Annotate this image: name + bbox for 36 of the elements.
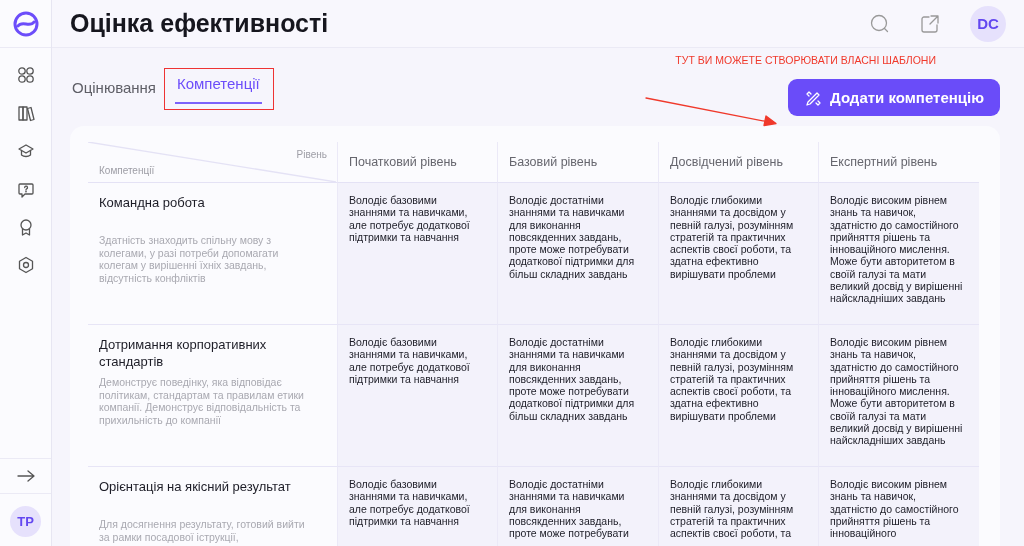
table-cell: Володіє базовими знаннями та навичками, але потребує додаткової підтримки та навчання — [337, 467, 497, 546]
table-cell: Володіє глибокими знаннями та досвідом у певній галузі, розумінням стратегій та практичних аспектів своєї роботи, та здатна ефективно вирішувати проблеми — [658, 325, 818, 467]
arrow-right-icon[interactable] — [15, 469, 36, 483]
table-cell: Володіє достатніми знаннями та навичками для виконання повсякденних завдань, проте може потребувати — [497, 467, 658, 546]
row-axis-label: Компетенції — [99, 165, 155, 176]
table-cell: Володіє достатніми знаннями та навичками для виконання повсякденних завдань, проте може потребувати додаткової підтримки для більш складних завдань — [497, 183, 658, 325]
table-cell: Володіє базовими знаннями та навичками, але потребує додаткової підтримки та навчання — [337, 183, 497, 325]
table-cell: Володіє високим рівнем знань та навичок, здатністю до самостійного прийняття рішень та інноваційного мислення. Може бути авторитетом в своїй галузі та мати великий досвід у вирішенні найскладніших завдань — [818, 325, 979, 467]
table-cell: Володіє достатніми знаннями та навичками для виконання повсякденних завдань, проте може потребувати додаткової підтримки для більш складних завдань — [497, 325, 658, 467]
competence-name: Командна робота — [99, 194, 206, 212]
settings-icon[interactable] — [16, 256, 35, 274]
page-title: Оцінка ефективності — [70, 9, 329, 38]
tab[interactable]: Компетенції — [174, 69, 262, 104]
user-avatar[interactable]: TP — [10, 506, 41, 537]
apps-grid-icon[interactable] — [16, 66, 35, 84]
column-axis-label: Рівень — [296, 149, 327, 160]
add-competence-button[interactable]: Додати компетенцію — [788, 79, 1000, 116]
question-bubble-icon[interactable] — [16, 180, 35, 198]
tab[interactable]: Оцінювання — [70, 72, 158, 106]
competence-description: Для досягнення результату, готовий вийти за рамки посадової іструкції, — [99, 518, 306, 543]
graduation-cap-icon[interactable] — [16, 142, 35, 160]
table-cell: Володіє високим рівнем знань та навичок, здатністю до самостійного прийняття рішень та інноваційного мислення. Може бути авторитетом в своїй галузі та мати великий досвід у вирішенні найскладніших завдань — [818, 183, 979, 325]
competence-description: Демонструє поведінку, яка відповідає політикам, стандартам та правилам етики компанії. Демонструє відповідальність та прихильність до компанії — [99, 376, 305, 426]
competence-name: Дотримання корпоративних стандартів — [99, 336, 268, 370]
competence-name: Орієнтація на якісний результат — [99, 478, 292, 496]
books-icon[interactable] — [16, 104, 35, 122]
competence-description: Здатність знаходить спільну мову з колегами, у разі потреби допомагати колегам у вирішенні їхніх завдань, відсутність конфліктів — [99, 234, 280, 284]
table-cell: Володіє глибокими знаннями та досвідом у певній галузі, розумінням стратегій та практичних аспектів своєї роботи, та — [658, 467, 818, 546]
table-cell: Володіє глибокими знаннями та досвідом у певній галузі, розумінням стратегій та практичних аспектів своєї роботи, та здатна ефективно вирішувати проблеми — [658, 183, 818, 325]
annotation-text: ТУТ ВИ МОЖЕТЕ СТВОРЮВАТИ ВЛАСНІ ШАБЛОНИ — [675, 54, 936, 66]
table-cell: Володіє високим рівнем знань та навичок, здатністю до самостійного прийняття рішень та інноваційного — [818, 467, 979, 546]
external-link-icon[interactable] — [920, 13, 940, 34]
search-icon[interactable] — [870, 13, 890, 34]
logo-icon[interactable] — [12, 10, 39, 37]
table-cell: Володіє базовими знаннями та навичками, але потребує додаткової підтримки та навчання — [337, 325, 497, 467]
user-avatar[interactable]: DC — [970, 5, 1006, 42]
